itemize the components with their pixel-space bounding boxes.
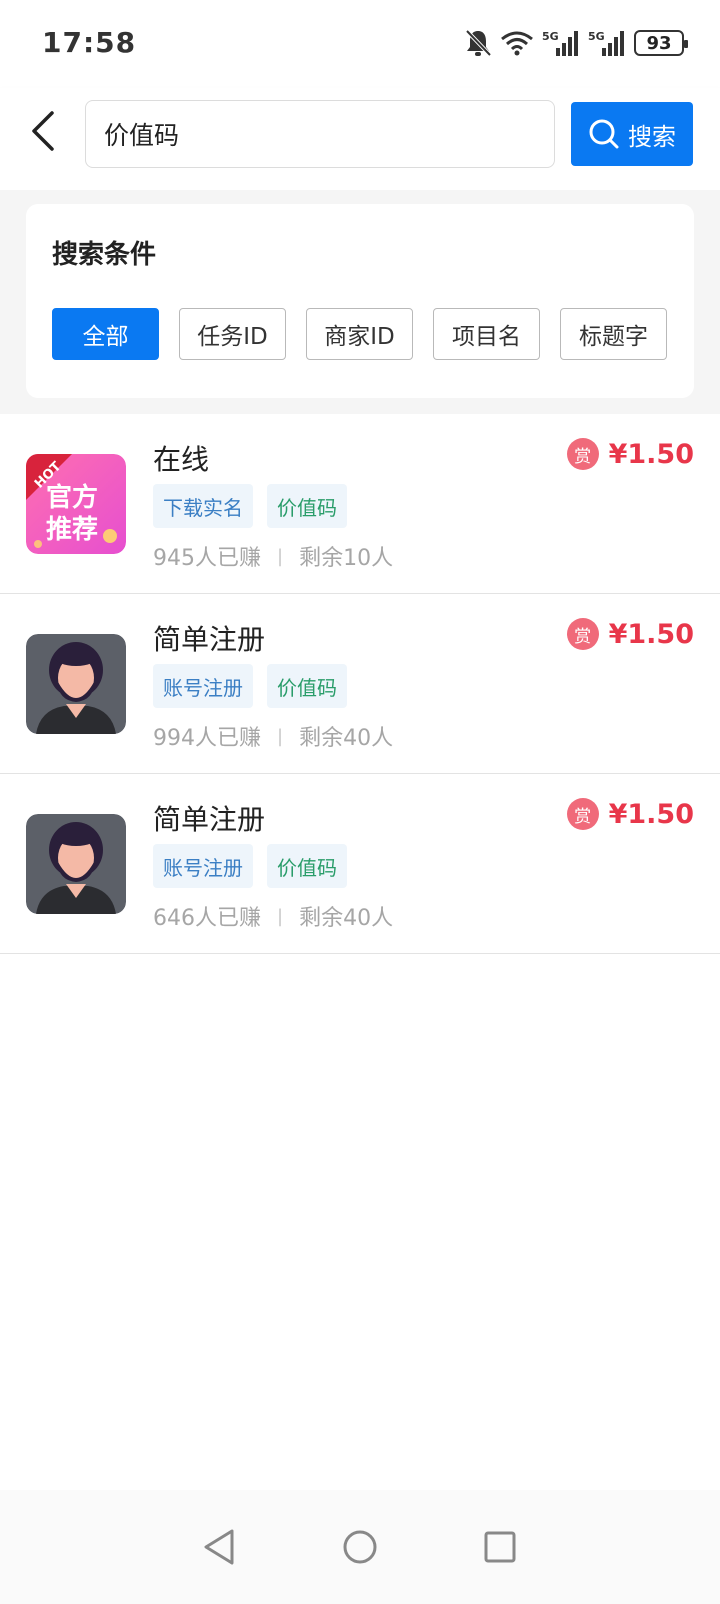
5g-signal-icon: 5G [588, 30, 624, 56]
task-tag: 价值码 [267, 484, 347, 528]
filter-area: 搜索条件 全部 任务ID 商家ID 项目名 标题字 [0, 190, 720, 414]
earned-count: 646人已赚 [153, 906, 261, 931]
filter-card: 搜索条件 全部 任务ID 商家ID 项目名 标题字 [26, 204, 694, 398]
task-tag: 账号注册 [153, 844, 253, 888]
nav-back-icon[interactable] [200, 1527, 240, 1567]
filter-chip-all[interactable]: 全部 [52, 308, 159, 360]
task-reward: 赏 ¥1.50 [566, 438, 694, 470]
stats-divider: | [277, 905, 284, 927]
search-icon [589, 119, 619, 149]
task-row[interactable]: 简单注册 账号注册 价值码 646人已赚 | 剩余40人 赏 ¥1.50 [0, 774, 720, 954]
remaining-count: 剩余40人 [299, 726, 394, 751]
filter-chip-project-name[interactable]: 项目名 [433, 308, 540, 360]
reward-amount: ¥1.50 [608, 798, 694, 830]
task-title: 在线 [153, 443, 210, 476]
svg-text:5G: 5G [588, 30, 605, 43]
reward-badge-icon: 赏 [566, 438, 599, 470]
status-icons: 5G 5G 93 [464, 26, 688, 60]
task-tag: 下载实名 [153, 484, 253, 528]
remaining-count: 剩余40人 [299, 906, 394, 931]
nav-home-icon[interactable] [340, 1527, 380, 1567]
task-tags: 账号注册 价值码 [153, 664, 347, 708]
task-tag: 价值码 [267, 664, 347, 708]
search-header: 搜索 [0, 88, 720, 190]
task-stats: 945人已赚 | 剩余10人 [153, 540, 393, 572]
task-tag: 账号注册 [153, 664, 253, 708]
search-box[interactable] [85, 100, 555, 168]
reward-amount: ¥1.50 [608, 438, 694, 470]
remaining-count: 剩余10人 [299, 546, 394, 571]
official-recommend-avatar: HOT 官方 推荐 [26, 454, 126, 554]
task-stats: 646人已赚 | 剩余40人 [153, 900, 393, 932]
search-button-label: 搜索 [628, 122, 676, 151]
earned-count: 945人已赚 [153, 546, 261, 571]
status-time: 17:58 [42, 26, 137, 59]
search-input[interactable] [104, 119, 554, 149]
search-button[interactable]: 搜索 [571, 102, 693, 166]
nav-recent-apps-icon[interactable] [480, 1527, 520, 1567]
filter-chip-title-word[interactable]: 标题字 [560, 308, 667, 360]
reward-amount: ¥1.50 [608, 618, 694, 650]
battery-level: 93 [646, 32, 672, 54]
battery-icon: 93 [634, 30, 688, 56]
stats-divider: | [277, 725, 284, 747]
filter-chips: 全部 任务ID 商家ID 项目名 标题字 [52, 308, 667, 360]
user-avatar [26, 814, 126, 914]
task-list: HOT 官方 推荐 在线 下载实名 价值码 945人已赚 | 剩余10人 赏 ¥… [0, 414, 720, 954]
5g-signal-icon: 5G [542, 30, 578, 56]
task-reward: 赏 ¥1.50 [566, 798, 694, 830]
filter-chip-task-id[interactable]: 任务ID [179, 308, 286, 360]
wifi-icon [501, 31, 533, 56]
task-title: 简单注册 [153, 623, 266, 656]
user-avatar [26, 634, 126, 734]
system-nav-bar [0, 1490, 720, 1604]
reward-badge-icon: 赏 [566, 618, 599, 650]
stats-divider: | [277, 545, 284, 567]
status-bar: 17:58 5G 5G 93 [0, 0, 720, 88]
task-reward: 赏 ¥1.50 [566, 618, 694, 650]
task-row[interactable]: 简单注册 账号注册 价值码 994人已赚 | 剩余40人 赏 ¥1.50 [0, 594, 720, 774]
recommend-text: 推荐 [46, 515, 98, 545]
svg-text:5G: 5G [542, 30, 559, 43]
task-row[interactable]: HOT 官方 推荐 在线 下载实名 价值码 945人已赚 | 剩余10人 赏 ¥… [0, 414, 720, 594]
chevron-left-icon [32, 111, 54, 151]
official-text: 官方 [46, 482, 98, 513]
bell-off-icon [465, 29, 492, 57]
task-tags: 账号注册 价值码 [153, 844, 347, 888]
reward-badge-icon: 赏 [566, 798, 599, 830]
task-tags: 下载实名 价值码 [153, 484, 347, 528]
task-tag: 价值码 [267, 844, 347, 888]
task-title: 简单注册 [153, 803, 266, 836]
task-stats: 994人已赚 | 剩余40人 [153, 720, 393, 752]
earned-count: 994人已赚 [153, 726, 261, 751]
filter-chip-merchant-id[interactable]: 商家ID [306, 308, 413, 360]
filter-title: 搜索条件 [52, 240, 157, 270]
back-button[interactable] [18, 106, 68, 156]
